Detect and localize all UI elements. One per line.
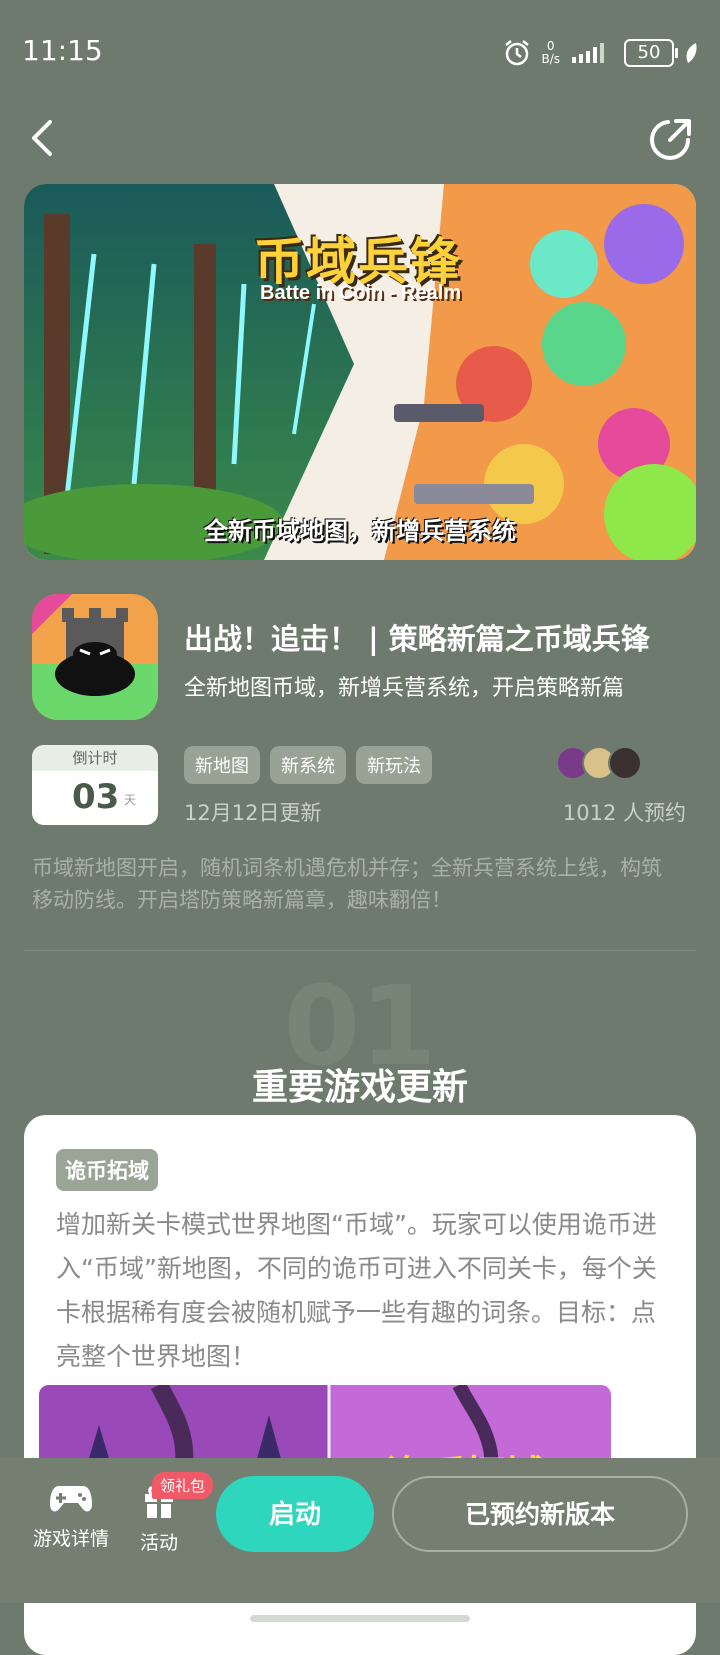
divider	[24, 950, 696, 951]
net-speed: 0 B/s	[541, 40, 560, 66]
back-button[interactable]	[20, 110, 80, 170]
card-text: 增加新关卡模式世界地图“币域”。玩家可以使用诡币进入“币域”新地图，不同的诡币可…	[56, 1210, 657, 1371]
countdown-value: 03	[72, 777, 120, 817]
tag-list: 新地图 新系统 新玩法	[184, 746, 432, 784]
tag-new-map[interactable]: 新地图	[184, 746, 260, 784]
chevron-left-icon	[32, 120, 52, 156]
top-nav	[0, 110, 720, 170]
tag-new-system[interactable]: 新系统	[270, 746, 346, 784]
battery-icon: 50	[624, 39, 678, 67]
banner-subtitle: Batte in Coin - Realm	[260, 282, 462, 304]
share-icon	[650, 119, 691, 160]
signal-icon	[572, 43, 604, 63]
reserved-new-version-button[interactable]: 已预约新版本	[392, 1476, 688, 1552]
alarm-icon	[505, 40, 530, 66]
game-subtitle: 全新地图币域，新增兵营系统，开启策略新篇	[184, 676, 625, 701]
avatar	[608, 746, 642, 780]
game-description: 币域新地图开启，随机词条机遇危机并存；全新兵营系统上线，构筑移动防线。开启塔防策…	[32, 856, 662, 912]
tab-activity-label: 活动	[139, 1532, 178, 1554]
bottom-action-bar: 游戏详情 活动 领礼包 启动 已预约新版本	[0, 1458, 720, 1603]
update-date: 12月12日更新	[184, 801, 322, 825]
game-title: 出战！追击！ | 策略新篇之币域兵锋	[184, 622, 650, 656]
tower-icon	[32, 594, 158, 720]
banner-caption: 全新币域地图，新增兵营系统	[204, 517, 516, 545]
gift-badge[interactable]: 领礼包	[152, 1472, 214, 1499]
launch-button[interactable]: 启动	[216, 1476, 374, 1552]
home-indicator[interactable]	[250, 1615, 470, 1622]
status-icons: 0 B/s 50	[503, 36, 698, 70]
reserve-count: 1012 人预约	[562, 801, 686, 825]
countdown-card: 倒计时 03 天	[32, 745, 158, 825]
net-speed-unit: B/s	[541, 52, 560, 66]
gamepad-icon	[50, 1486, 92, 1512]
game-icon	[32, 594, 158, 720]
status-bar: 11:15 0 B/s 50	[0, 0, 720, 100]
leaf-icon	[686, 43, 697, 63]
tab-game-details-label: 游戏详情	[32, 1528, 109, 1550]
share-button[interactable]	[640, 110, 700, 170]
tag-new-gameplay[interactable]: 新玩法	[356, 746, 432, 784]
section-title: 重要游戏更新	[251, 1067, 468, 1108]
game-banner[interactable]: 币域兵锋 Batte in Coin - Realm 全新币域地图，新增兵营系统	[24, 184, 696, 560]
tab-game-details[interactable]: 游戏详情	[26, 1480, 116, 1551]
countdown-unit: 天	[124, 793, 137, 807]
card-tag: 诡币拓域	[56, 1149, 158, 1191]
status-time: 11:15	[22, 34, 103, 67]
countdown-label: 倒计时	[32, 745, 158, 771]
